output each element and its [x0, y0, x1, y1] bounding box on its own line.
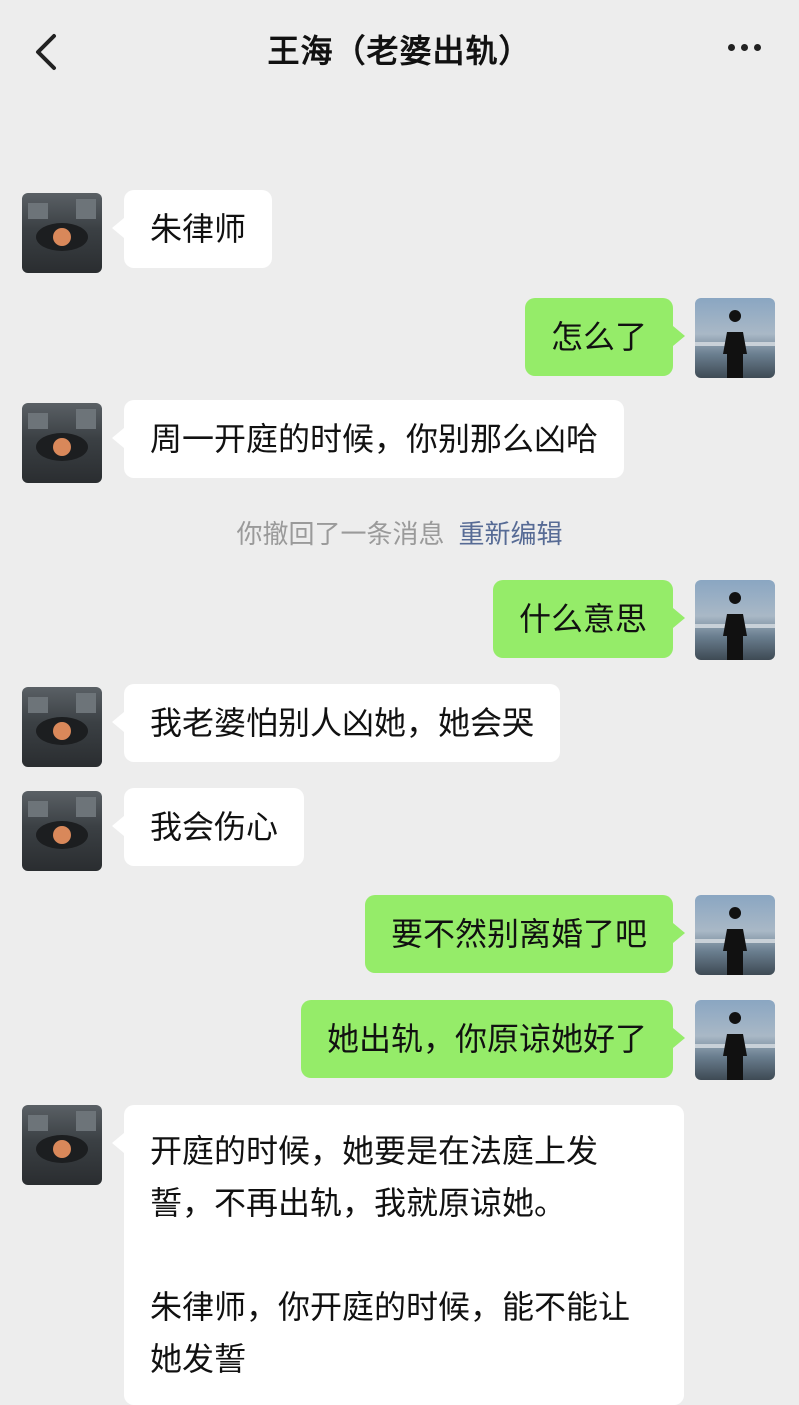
message-bubble[interactable]: 周一开庭的时候，你别那么凶哈 [111, 400, 625, 478]
message-bubble[interactable]: 我老婆怕别人凶她，她会哭 [111, 684, 561, 762]
user-avatar[interactable] [695, 1000, 775, 1080]
message-bubble[interactable]: 开庭的时候，她要是在法庭上发誓，不再出轨，我就原谅她。 朱律师，你开庭的时候，能… [112, 1105, 684, 1405]
message-bubble[interactable]: 我会伤心 [111, 788, 305, 866]
message-bubble[interactable]: 要不然别离婚了吧 [364, 895, 686, 973]
contact-avatar[interactable] [22, 791, 102, 871]
chat-title: 王海（老婆出轨） [267, 32, 532, 70]
user-avatar[interactable] [695, 298, 775, 378]
message-paragraph: 开庭的时候，她要是在法庭上发誓，不再出轨，我就原谅她。 [150, 1132, 599, 1222]
recall-notice-text: 你撤回了一条消息 [236, 520, 445, 550]
more-options-icon[interactable] [728, 44, 761, 51]
message-bubble[interactable]: 她出轨，你原谅她好了 [300, 1000, 686, 1078]
contact-avatar[interactable] [22, 1105, 102, 1185]
message-paragraph: 朱律师，你开庭的时候，能不能让她发誓 [150, 1288, 631, 1378]
recall-notice: 你撤回了一条消息 重新编辑 [0, 514, 799, 551]
chat-header: 王海（老婆出轨） [0, 0, 799, 100]
user-avatar[interactable] [695, 895, 775, 975]
message-bubble[interactable]: 怎么了 [524, 298, 686, 376]
contact-avatar[interactable] [22, 193, 102, 273]
contact-avatar[interactable] [22, 403, 102, 483]
re-edit-link[interactable]: 重新编辑 [459, 520, 563, 550]
contact-avatar[interactable] [22, 687, 102, 767]
message-bubble[interactable]: 什么意思 [492, 580, 686, 658]
message-bubble[interactable]: 朱律师 [111, 190, 273, 268]
user-avatar[interactable] [695, 580, 775, 660]
